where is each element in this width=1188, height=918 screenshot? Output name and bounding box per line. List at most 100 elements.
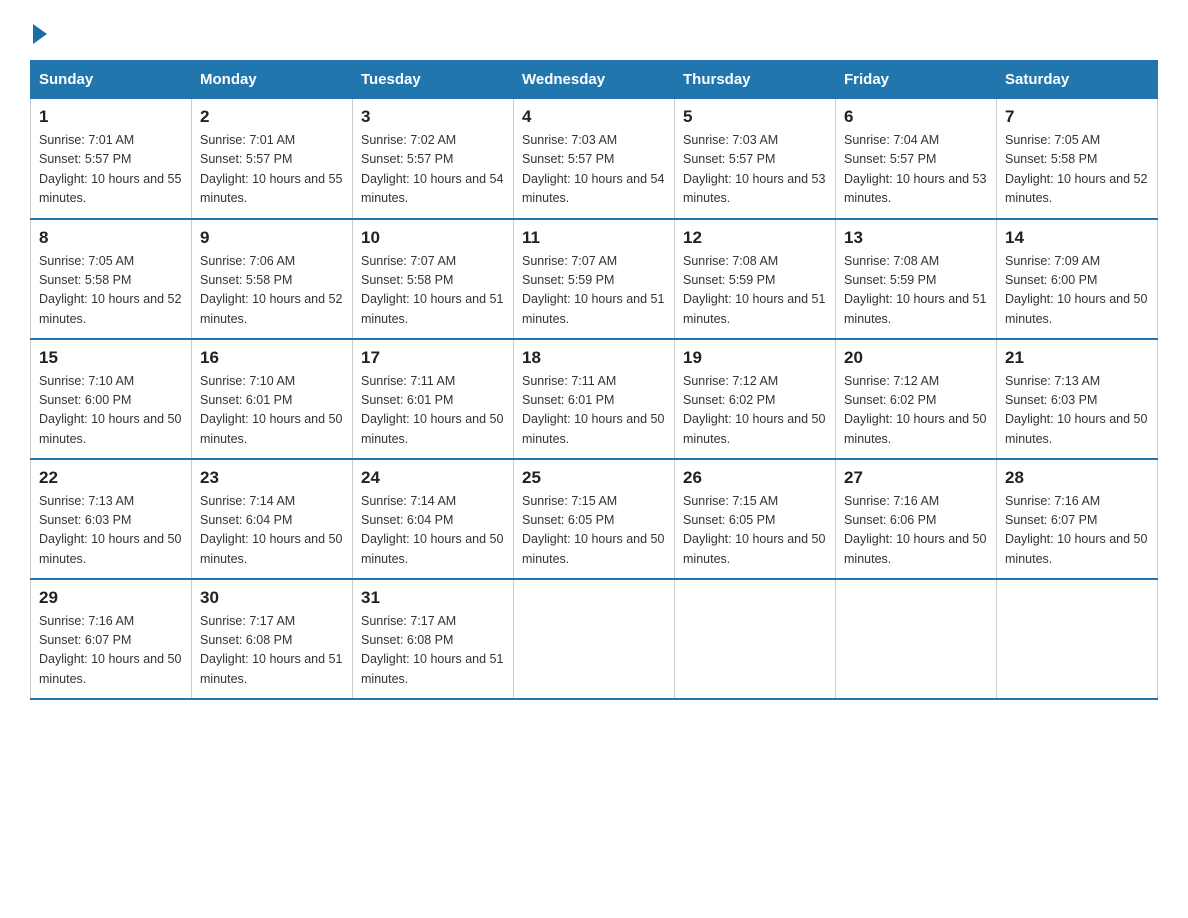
day-number: 20	[844, 348, 988, 368]
day-number: 11	[522, 228, 666, 248]
day-number: 2	[200, 107, 344, 127]
day-info: Sunrise: 7:05 AMSunset: 5:58 PMDaylight:…	[1005, 131, 1149, 209]
day-number: 9	[200, 228, 344, 248]
day-info: Sunrise: 7:11 AMSunset: 6:01 PMDaylight:…	[361, 372, 505, 450]
day-info: Sunrise: 7:08 AMSunset: 5:59 PMDaylight:…	[844, 252, 988, 330]
day-cell: 25 Sunrise: 7:15 AMSunset: 6:05 PMDaylig…	[514, 459, 675, 579]
week-row-2: 8 Sunrise: 7:05 AMSunset: 5:58 PMDayligh…	[31, 219, 1158, 339]
day-cell: 23 Sunrise: 7:14 AMSunset: 6:04 PMDaylig…	[192, 459, 353, 579]
day-cell	[675, 579, 836, 699]
day-number: 29	[39, 588, 183, 608]
header-day-sunday: Sunday	[31, 61, 192, 99]
day-number: 19	[683, 348, 827, 368]
day-number: 16	[200, 348, 344, 368]
day-info: Sunrise: 7:15 AMSunset: 6:05 PMDaylight:…	[683, 492, 827, 570]
day-number: 7	[1005, 107, 1149, 127]
day-info: Sunrise: 7:03 AMSunset: 5:57 PMDaylight:…	[683, 131, 827, 209]
day-number: 5	[683, 107, 827, 127]
header-day-saturday: Saturday	[997, 61, 1158, 99]
day-info: Sunrise: 7:14 AMSunset: 6:04 PMDaylight:…	[200, 492, 344, 570]
day-info: Sunrise: 7:09 AMSunset: 6:00 PMDaylight:…	[1005, 252, 1149, 330]
day-cell: 22 Sunrise: 7:13 AMSunset: 6:03 PMDaylig…	[31, 459, 192, 579]
day-cell: 29 Sunrise: 7:16 AMSunset: 6:07 PMDaylig…	[31, 579, 192, 699]
day-number: 1	[39, 107, 183, 127]
day-info: Sunrise: 7:10 AMSunset: 6:00 PMDaylight:…	[39, 372, 183, 450]
day-number: 30	[200, 588, 344, 608]
day-info: Sunrise: 7:17 AMSunset: 6:08 PMDaylight:…	[200, 612, 344, 690]
day-info: Sunrise: 7:07 AMSunset: 5:59 PMDaylight:…	[522, 252, 666, 330]
logo	[30, 20, 47, 40]
header-day-monday: Monday	[192, 61, 353, 99]
day-number: 12	[683, 228, 827, 248]
day-number: 17	[361, 348, 505, 368]
day-info: Sunrise: 7:08 AMSunset: 5:59 PMDaylight:…	[683, 252, 827, 330]
day-number: 31	[361, 588, 505, 608]
day-info: Sunrise: 7:16 AMSunset: 6:06 PMDaylight:…	[844, 492, 988, 570]
day-cell: 3 Sunrise: 7:02 AMSunset: 5:57 PMDayligh…	[353, 99, 514, 219]
day-cell: 16 Sunrise: 7:10 AMSunset: 6:01 PMDaylig…	[192, 339, 353, 459]
day-number: 8	[39, 228, 183, 248]
day-cell: 20 Sunrise: 7:12 AMSunset: 6:02 PMDaylig…	[836, 339, 997, 459]
week-row-3: 15 Sunrise: 7:10 AMSunset: 6:00 PMDaylig…	[31, 339, 1158, 459]
day-cell: 10 Sunrise: 7:07 AMSunset: 5:58 PMDaylig…	[353, 219, 514, 339]
day-info: Sunrise: 7:07 AMSunset: 5:58 PMDaylight:…	[361, 252, 505, 330]
day-info: Sunrise: 7:13 AMSunset: 6:03 PMDaylight:…	[1005, 372, 1149, 450]
day-number: 26	[683, 468, 827, 488]
day-info: Sunrise: 7:03 AMSunset: 5:57 PMDaylight:…	[522, 131, 666, 209]
header-row: SundayMondayTuesdayWednesdayThursdayFrid…	[31, 61, 1158, 99]
day-cell	[514, 579, 675, 699]
day-info: Sunrise: 7:14 AMSunset: 6:04 PMDaylight:…	[361, 492, 505, 570]
day-number: 27	[844, 468, 988, 488]
day-info: Sunrise: 7:01 AMSunset: 5:57 PMDaylight:…	[200, 131, 344, 209]
day-number: 21	[1005, 348, 1149, 368]
day-number: 3	[361, 107, 505, 127]
day-cell: 18 Sunrise: 7:11 AMSunset: 6:01 PMDaylig…	[514, 339, 675, 459]
day-number: 15	[39, 348, 183, 368]
day-info: Sunrise: 7:13 AMSunset: 6:03 PMDaylight:…	[39, 492, 183, 570]
day-cell: 26 Sunrise: 7:15 AMSunset: 6:05 PMDaylig…	[675, 459, 836, 579]
day-cell: 9 Sunrise: 7:06 AMSunset: 5:58 PMDayligh…	[192, 219, 353, 339]
day-cell: 13 Sunrise: 7:08 AMSunset: 5:59 PMDaylig…	[836, 219, 997, 339]
header-day-tuesday: Tuesday	[353, 61, 514, 99]
day-info: Sunrise: 7:05 AMSunset: 5:58 PMDaylight:…	[39, 252, 183, 330]
logo-top	[30, 20, 47, 44]
day-number: 28	[1005, 468, 1149, 488]
day-cell: 19 Sunrise: 7:12 AMSunset: 6:02 PMDaylig…	[675, 339, 836, 459]
day-cell: 12 Sunrise: 7:08 AMSunset: 5:59 PMDaylig…	[675, 219, 836, 339]
week-row-1: 1 Sunrise: 7:01 AMSunset: 5:57 PMDayligh…	[31, 99, 1158, 219]
day-info: Sunrise: 7:16 AMSunset: 6:07 PMDaylight:…	[1005, 492, 1149, 570]
day-cell: 5 Sunrise: 7:03 AMSunset: 5:57 PMDayligh…	[675, 99, 836, 219]
day-cell: 7 Sunrise: 7:05 AMSunset: 5:58 PMDayligh…	[997, 99, 1158, 219]
day-cell: 17 Sunrise: 7:11 AMSunset: 6:01 PMDaylig…	[353, 339, 514, 459]
day-number: 24	[361, 468, 505, 488]
day-cell: 11 Sunrise: 7:07 AMSunset: 5:59 PMDaylig…	[514, 219, 675, 339]
header-day-wednesday: Wednesday	[514, 61, 675, 99]
day-info: Sunrise: 7:04 AMSunset: 5:57 PMDaylight:…	[844, 131, 988, 209]
day-info: Sunrise: 7:12 AMSunset: 6:02 PMDaylight:…	[844, 372, 988, 450]
day-number: 6	[844, 107, 988, 127]
day-cell: 6 Sunrise: 7:04 AMSunset: 5:57 PMDayligh…	[836, 99, 997, 219]
day-cell: 27 Sunrise: 7:16 AMSunset: 6:06 PMDaylig…	[836, 459, 997, 579]
day-cell: 21 Sunrise: 7:13 AMSunset: 6:03 PMDaylig…	[997, 339, 1158, 459]
day-number: 22	[39, 468, 183, 488]
day-info: Sunrise: 7:16 AMSunset: 6:07 PMDaylight:…	[39, 612, 183, 690]
day-cell: 2 Sunrise: 7:01 AMSunset: 5:57 PMDayligh…	[192, 99, 353, 219]
week-row-5: 29 Sunrise: 7:16 AMSunset: 6:07 PMDaylig…	[31, 579, 1158, 699]
logo-arrow-icon	[33, 24, 47, 44]
day-cell: 28 Sunrise: 7:16 AMSunset: 6:07 PMDaylig…	[997, 459, 1158, 579]
day-cell: 8 Sunrise: 7:05 AMSunset: 5:58 PMDayligh…	[31, 219, 192, 339]
day-cell: 24 Sunrise: 7:14 AMSunset: 6:04 PMDaylig…	[353, 459, 514, 579]
day-number: 25	[522, 468, 666, 488]
day-number: 18	[522, 348, 666, 368]
day-cell	[836, 579, 997, 699]
day-number: 23	[200, 468, 344, 488]
header-day-thursday: Thursday	[675, 61, 836, 99]
day-info: Sunrise: 7:01 AMSunset: 5:57 PMDaylight:…	[39, 131, 183, 209]
day-info: Sunrise: 7:11 AMSunset: 6:01 PMDaylight:…	[522, 372, 666, 450]
day-info: Sunrise: 7:12 AMSunset: 6:02 PMDaylight:…	[683, 372, 827, 450]
day-info: Sunrise: 7:10 AMSunset: 6:01 PMDaylight:…	[200, 372, 344, 450]
page-header	[30, 20, 1158, 40]
day-cell: 14 Sunrise: 7:09 AMSunset: 6:00 PMDaylig…	[997, 219, 1158, 339]
day-number: 10	[361, 228, 505, 248]
day-cell	[997, 579, 1158, 699]
